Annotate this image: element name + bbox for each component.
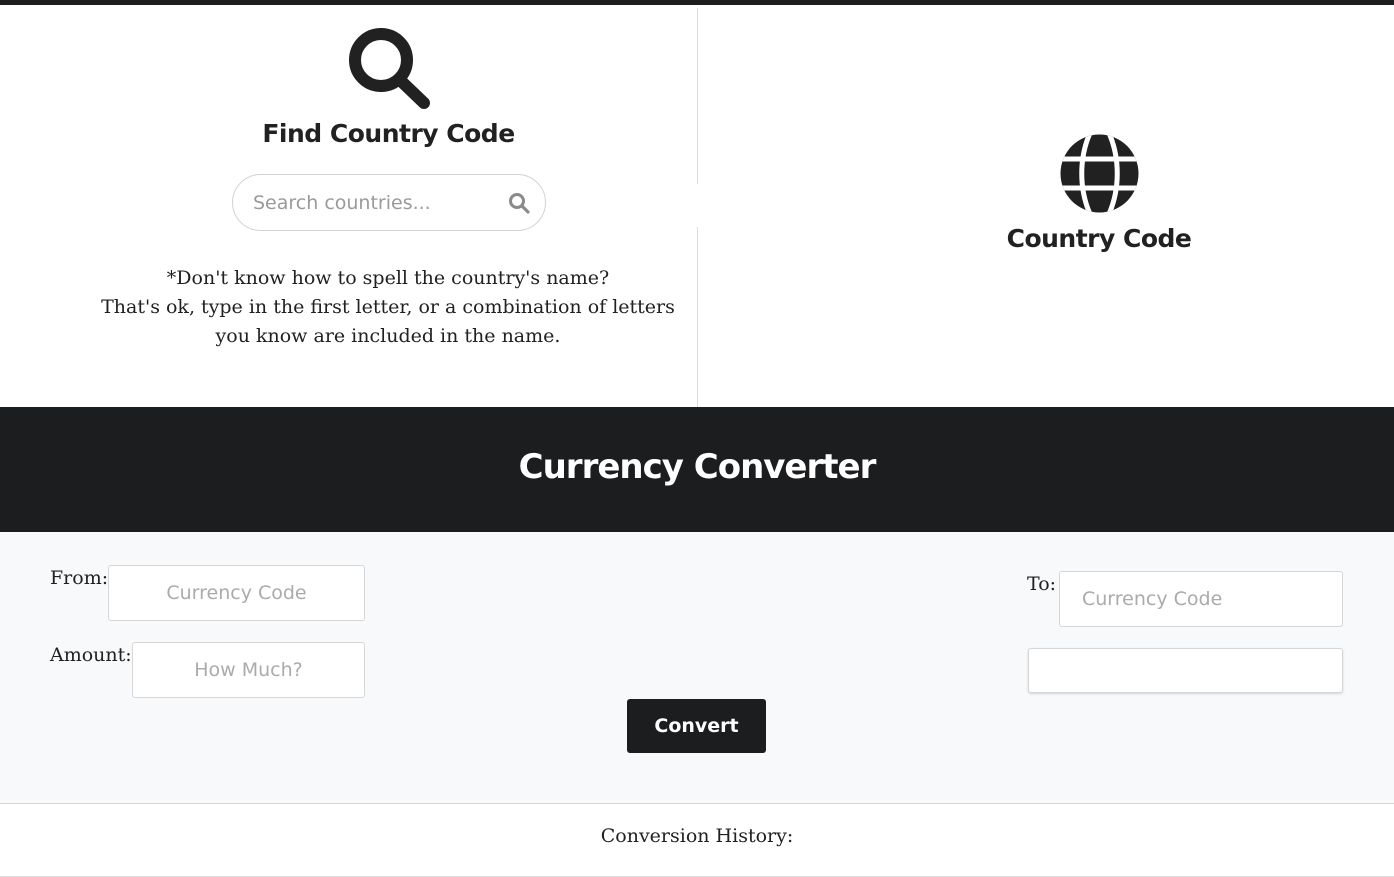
from-currency-input[interactable] xyxy=(108,565,365,621)
amount-input[interactable] xyxy=(132,642,365,698)
find-country-title: Find Country Code xyxy=(262,119,515,148)
hint-line-2: That's ok, type in the first letter, or … xyxy=(101,296,675,347)
country-search-box[interactable] xyxy=(232,174,546,231)
search-icon[interactable] xyxy=(507,191,531,215)
converter-title: Currency Converter xyxy=(518,447,877,487)
magnifier-icon xyxy=(349,28,430,109)
country-search-input[interactable] xyxy=(253,189,493,217)
history-divider xyxy=(0,803,1394,804)
converter-form: From: Amount: To: Convert xyxy=(0,532,1394,803)
country-code-title: Country Code xyxy=(1006,224,1192,253)
amount-label: Amount: xyxy=(50,644,132,666)
panel-divider xyxy=(697,8,698,184)
to-label: To: xyxy=(1027,573,1057,595)
globe-icon xyxy=(1060,134,1139,213)
conversion-history-label: Conversion History: xyxy=(600,825,794,847)
search-hint: *Don't know how to spell the country's n… xyxy=(86,264,690,351)
panel-divider xyxy=(697,227,698,407)
converter-header: Currency Converter xyxy=(0,407,1394,532)
convert-button[interactable]: Convert xyxy=(627,699,766,753)
from-label: From: xyxy=(50,567,109,589)
conversion-result-field[interactable] xyxy=(1028,648,1343,693)
to-currency-input[interactable] xyxy=(1059,571,1343,627)
hint-line-1: *Don't know how to spell the country's n… xyxy=(166,267,610,289)
